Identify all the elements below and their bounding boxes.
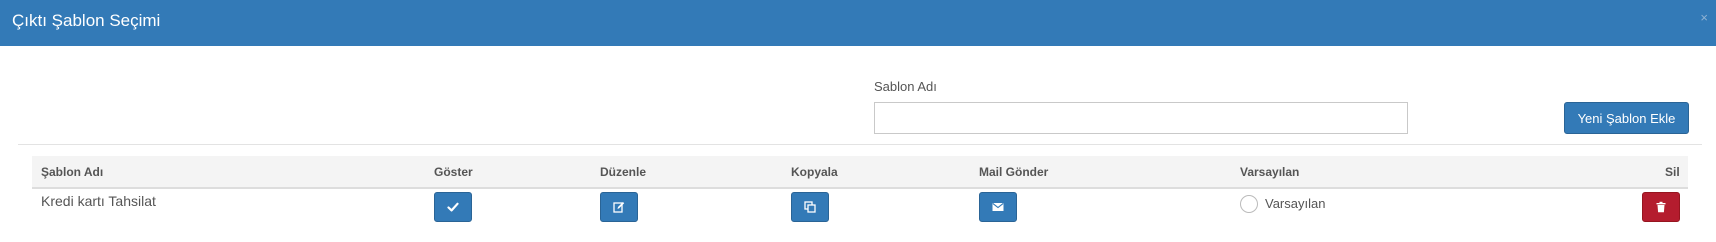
copy-icon — [804, 201, 816, 213]
table-header: Şablon Adı Göster Düzenle Kopyala Mail G… — [32, 156, 1688, 189]
edit-button[interactable] — [600, 192, 638, 222]
header-template-name: Şablon Adı — [41, 165, 104, 179]
send-mail-button[interactable] — [979, 192, 1017, 222]
copy-button[interactable] — [791, 192, 829, 222]
row-template-name: Kredi kartı Tahsilat — [41, 193, 156, 209]
template-name-input[interactable] — [874, 102, 1408, 134]
default-radio[interactable] — [1240, 195, 1258, 213]
modal-title: Çıktı Şablon Seçimi — [12, 11, 161, 30]
template-name-label: Sablon Adı — [874, 79, 937, 94]
header-send-mail: Mail Gönder — [979, 165, 1049, 179]
header-copy: Kopyala — [791, 165, 838, 179]
header-delete: Sil — [1665, 165, 1680, 179]
divider — [18, 144, 1702, 145]
delete-button[interactable] — [1642, 192, 1680, 222]
header-show: Göster — [434, 165, 473, 179]
modal-header: Çıktı Şablon Seçimi × — [0, 0, 1716, 46]
default-radio-label: Varsayılan — [1265, 196, 1326, 211]
trash-icon — [1656, 201, 1666, 213]
show-button[interactable] — [434, 192, 472, 222]
header-default: Varsayılan — [1240, 165, 1300, 179]
edit-icon — [613, 202, 625, 213]
envelope-icon — [992, 202, 1004, 211]
check-icon — [447, 202, 459, 212]
close-icon[interactable]: × — [1700, 10, 1708, 25]
header-edit: Düzenle — [600, 165, 647, 179]
add-template-button[interactable]: Yeni Şablon Ekle — [1564, 102, 1689, 134]
